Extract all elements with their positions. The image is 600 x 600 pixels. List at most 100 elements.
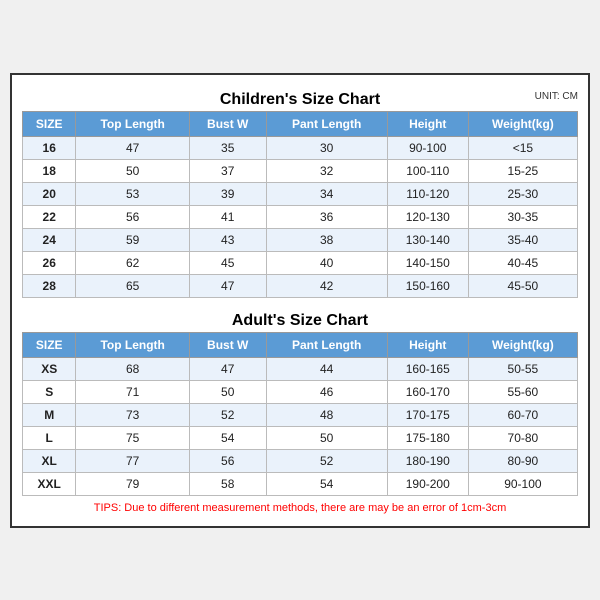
table-cell: 130-140 bbox=[387, 228, 468, 251]
table-cell: 68 bbox=[76, 357, 189, 380]
table-cell: XS bbox=[23, 357, 76, 380]
adults-col-top-length: Top Length bbox=[76, 332, 189, 357]
table-cell: 160-170 bbox=[387, 380, 468, 403]
table-cell: S bbox=[23, 380, 76, 403]
table-cell: 190-200 bbox=[387, 472, 468, 495]
table-cell: 79 bbox=[76, 472, 189, 495]
table-cell: 50-55 bbox=[468, 357, 577, 380]
table-cell: 26 bbox=[23, 251, 76, 274]
adults-col-weight: Weight(kg) bbox=[468, 332, 577, 357]
children-title-text: Children's Size Chart bbox=[220, 91, 380, 108]
table-cell: 37 bbox=[189, 159, 266, 182]
adults-col-height: Height bbox=[387, 332, 468, 357]
table-cell: 100-110 bbox=[387, 159, 468, 182]
adult-title-text: Adult's Size Chart bbox=[232, 312, 368, 329]
table-row: 24594338130-14035-40 bbox=[23, 228, 578, 251]
table-cell: 58 bbox=[189, 472, 266, 495]
table-cell: 50 bbox=[189, 380, 266, 403]
table-cell: XL bbox=[23, 449, 76, 472]
table-cell: 45 bbox=[189, 251, 266, 274]
table-cell: 56 bbox=[76, 205, 189, 228]
table-cell: 24 bbox=[23, 228, 76, 251]
table-cell: 47 bbox=[189, 274, 266, 297]
table-cell: 65 bbox=[76, 274, 189, 297]
table-cell: 56 bbox=[189, 449, 266, 472]
table-cell: 175-180 bbox=[387, 426, 468, 449]
table-cell: 52 bbox=[189, 403, 266, 426]
adults-col-size: SIZE bbox=[23, 332, 76, 357]
table-cell: 110-120 bbox=[387, 182, 468, 205]
table-cell: 48 bbox=[266, 403, 387, 426]
table-cell: 30-35 bbox=[468, 205, 577, 228]
table-cell: 60-70 bbox=[468, 403, 577, 426]
adults-col-pant-length: Pant Length bbox=[266, 332, 387, 357]
table-cell: 140-150 bbox=[387, 251, 468, 274]
table-cell: 170-175 bbox=[387, 403, 468, 426]
table-row: XL775652180-19080-90 bbox=[23, 449, 578, 472]
table-cell: 55-60 bbox=[468, 380, 577, 403]
table-cell: 70-80 bbox=[468, 426, 577, 449]
table-row: 26624540140-15040-45 bbox=[23, 251, 578, 274]
children-table: SIZE Top Length Bust W Pant Length Heigh… bbox=[22, 111, 578, 298]
table-cell: 52 bbox=[266, 449, 387, 472]
adults-table: SIZE Top Length Bust W Pant Length Heigh… bbox=[22, 332, 578, 496]
table-cell: 59 bbox=[76, 228, 189, 251]
table-cell: 90-100 bbox=[468, 472, 577, 495]
chart-container: Children's Size Chart UNIT: CM SIZE Top … bbox=[10, 73, 590, 528]
table-cell: 50 bbox=[76, 159, 189, 182]
table-cell: 35 bbox=[189, 136, 266, 159]
table-cell: 180-190 bbox=[387, 449, 468, 472]
table-cell: 35-40 bbox=[468, 228, 577, 251]
adult-section-title: Adult's Size Chart bbox=[22, 306, 578, 332]
table-cell: 32 bbox=[266, 159, 387, 182]
table-row: 18503732100-11015-25 bbox=[23, 159, 578, 182]
table-cell: 47 bbox=[76, 136, 189, 159]
table-cell: 75 bbox=[76, 426, 189, 449]
table-cell: 54 bbox=[266, 472, 387, 495]
table-cell: 40 bbox=[266, 251, 387, 274]
table-cell: 36 bbox=[266, 205, 387, 228]
children-section-title: Children's Size Chart UNIT: CM bbox=[22, 85, 578, 111]
table-cell: L bbox=[23, 426, 76, 449]
table-row: 22564136120-13030-35 bbox=[23, 205, 578, 228]
table-cell: 34 bbox=[266, 182, 387, 205]
table-cell: 22 bbox=[23, 205, 76, 228]
children-col-height: Height bbox=[387, 111, 468, 136]
table-cell: 15-25 bbox=[468, 159, 577, 182]
table-cell: 77 bbox=[76, 449, 189, 472]
table-row: 28654742150-16045-50 bbox=[23, 274, 578, 297]
table-cell: 62 bbox=[76, 251, 189, 274]
table-cell: 18 bbox=[23, 159, 76, 182]
children-unit-label: UNIT: CM bbox=[535, 91, 578, 102]
adults-header-row: SIZE Top Length Bust W Pant Length Heigh… bbox=[23, 332, 578, 357]
table-cell: 46 bbox=[266, 380, 387, 403]
table-row: L755450175-18070-80 bbox=[23, 426, 578, 449]
tips-text: TIPS: Due to different measurement metho… bbox=[22, 496, 578, 516]
table-cell: 16 bbox=[23, 136, 76, 159]
children-col-bust-w: Bust W bbox=[189, 111, 266, 136]
table-cell: 80-90 bbox=[468, 449, 577, 472]
table-cell: 43 bbox=[189, 228, 266, 251]
table-row: XXL795854190-20090-100 bbox=[23, 472, 578, 495]
table-cell: 120-130 bbox=[387, 205, 468, 228]
table-cell: 39 bbox=[189, 182, 266, 205]
table-row: M735248170-17560-70 bbox=[23, 403, 578, 426]
table-row: 20533934110-12025-30 bbox=[23, 182, 578, 205]
table-row: XS684744160-16550-55 bbox=[23, 357, 578, 380]
table-cell: 42 bbox=[266, 274, 387, 297]
table-cell: 53 bbox=[76, 182, 189, 205]
table-cell: 90-100 bbox=[387, 136, 468, 159]
table-cell: <15 bbox=[468, 136, 577, 159]
children-col-size: SIZE bbox=[23, 111, 76, 136]
table-cell: 20 bbox=[23, 182, 76, 205]
table-cell: 160-165 bbox=[387, 357, 468, 380]
table-cell: M bbox=[23, 403, 76, 426]
table-cell: 150-160 bbox=[387, 274, 468, 297]
table-cell: 54 bbox=[189, 426, 266, 449]
table-cell: 40-45 bbox=[468, 251, 577, 274]
table-row: 1647353090-100<15 bbox=[23, 136, 578, 159]
table-cell: XXL bbox=[23, 472, 76, 495]
table-cell: 71 bbox=[76, 380, 189, 403]
children-header-row: SIZE Top Length Bust W Pant Length Heigh… bbox=[23, 111, 578, 136]
children-col-weight: Weight(kg) bbox=[468, 111, 577, 136]
